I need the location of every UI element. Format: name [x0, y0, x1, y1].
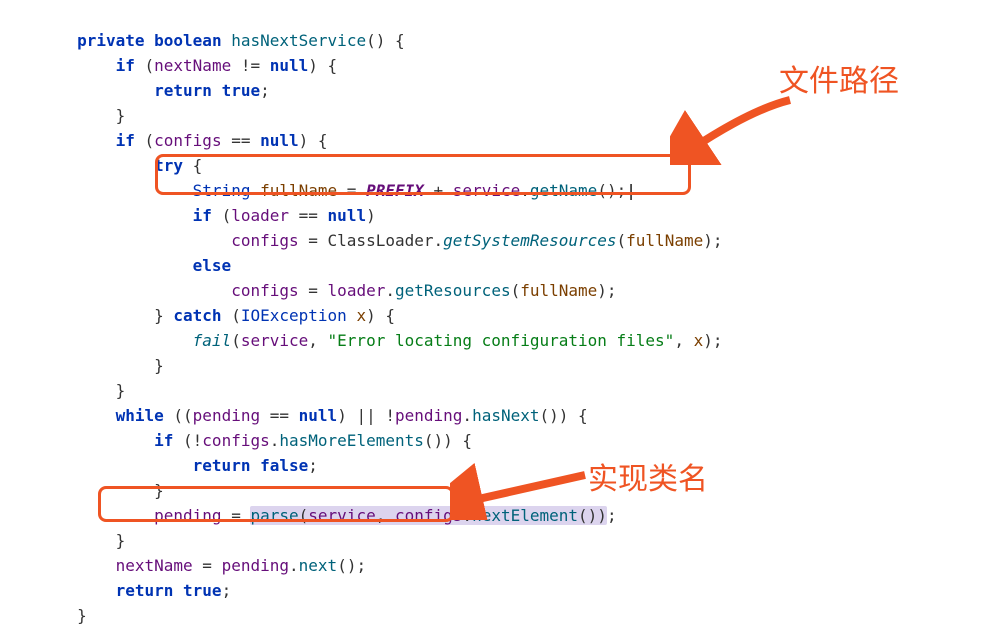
kw-private: private [77, 31, 144, 50]
code-block: private boolean hasNextService() { if (n… [0, 28, 1000, 628]
method-name: hasNextService [231, 31, 366, 50]
kw-boolean: boolean [154, 31, 221, 50]
